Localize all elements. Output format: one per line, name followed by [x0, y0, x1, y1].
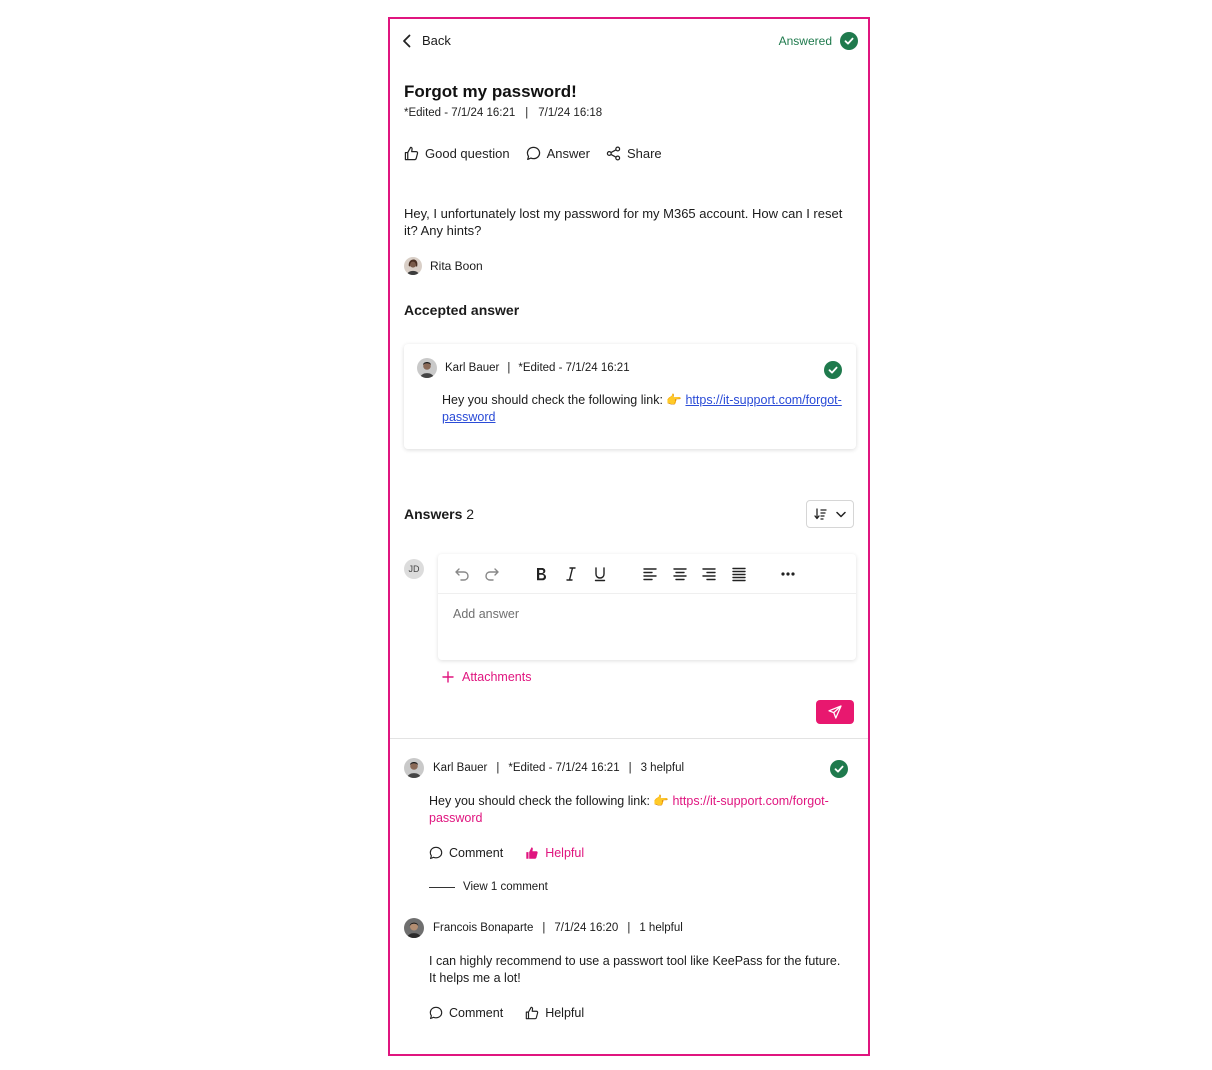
align-right-icon[interactable] [701, 566, 717, 582]
author-name[interactable]: Francois Bonaparte [433, 922, 533, 934]
align-justify-icon[interactable] [731, 566, 747, 582]
question-title: Forgot my password! [404, 82, 577, 101]
more-icon[interactable] [780, 566, 796, 582]
share-label: Share [626, 146, 662, 161]
align-left-icon[interactable] [642, 566, 658, 582]
italic-icon[interactable] [564, 566, 578, 582]
question-actions: Good question Answer Share [404, 146, 662, 161]
accepted-answer-body: Hey you should check the following link:… [442, 392, 842, 425]
separator: | [628, 762, 632, 774]
separator: | [496, 762, 500, 774]
attachments-button[interactable]: Attachments [442, 670, 531, 684]
question-detail-panel: Back Answered Forgot my password! *Edite… [388, 17, 870, 1056]
answer-body: Hey you should check the following link:… [429, 793, 849, 826]
undo-icon[interactable] [454, 566, 470, 582]
back-button[interactable]: Back [402, 33, 451, 48]
thumbs-up-icon [525, 1006, 539, 1020]
attachments-label: Attachments [462, 670, 532, 684]
question-author: Rita Boon [404, 257, 483, 275]
edited-date: *Edited - 7/1/24 16:21 [404, 107, 516, 119]
status-badge: Answered [779, 32, 858, 50]
answers-heading: Answers 2 [404, 506, 474, 522]
question-meta: *Edited - 7/1/24 16:21 | 7/1/24 16:18 [404, 107, 602, 119]
comment-label: Comment [449, 846, 504, 860]
thumbs-up-filled-icon [525, 846, 539, 860]
answers-heading-label: Answers [404, 506, 463, 522]
comment-button[interactable]: Comment [429, 1006, 503, 1020]
editor-toolbar [438, 554, 856, 594]
send-button[interactable] [816, 700, 854, 724]
separator: | [542, 922, 546, 934]
accepted-answer-heading: Accepted answer [404, 302, 520, 318]
helpful-button[interactable]: Helpful [525, 1006, 584, 1020]
share-icon [606, 146, 621, 161]
bold-icon[interactable] [534, 566, 548, 582]
accepted-answer-header: Karl Bauer | *Edited - 7/1/24 16:21 [417, 358, 630, 378]
answers-count: 2 [466, 506, 475, 522]
separator: | [525, 107, 529, 119]
edited-date: *Edited - 7/1/24 16:21 [508, 762, 620, 774]
send-icon [828, 705, 842, 719]
accepted-check-icon [830, 760, 848, 778]
avatar [417, 358, 437, 378]
chevron-down-icon [836, 511, 846, 518]
answer-label: Answer [546, 146, 590, 161]
comment-icon [526, 146, 541, 161]
view-comments-label: View 1 comment [463, 881, 548, 893]
author-name[interactable]: Rita Boon [430, 259, 483, 273]
answer-date: 7/1/24 16:20 [554, 922, 619, 934]
share-button[interactable]: Share [606, 146, 662, 161]
avatar [404, 758, 424, 778]
back-label: Back [422, 33, 451, 48]
avatar [404, 257, 422, 275]
answer-text: Hey you should check the following link:… [429, 794, 673, 808]
avatar [404, 918, 424, 938]
check-circle-icon [840, 32, 858, 50]
answer-text: Hey you should check the following link:… [442, 393, 686, 407]
answer-body: I can highly recommend to use a passwort… [429, 954, 841, 985]
comment-label: Comment [449, 1006, 504, 1020]
question-body: Hey, I unfortunately lost my password fo… [404, 206, 843, 238]
answer-input[interactable]: Add answer [453, 607, 519, 621]
underline-icon[interactable] [593, 566, 607, 582]
answer-actions: Comment Helpful [429, 846, 584, 860]
divider [429, 886, 455, 888]
sort-dropdown[interactable] [806, 500, 854, 528]
edited-date: *Edited - 7/1/24 16:21 [518, 362, 630, 374]
separator: | [627, 922, 631, 934]
helpful-count: 1 helpful [639, 922, 683, 934]
divider [390, 738, 868, 739]
comment-button[interactable]: Comment [429, 846, 503, 860]
chevron-left-icon [402, 34, 412, 48]
separator: | [507, 362, 511, 374]
user-avatar: JD [404, 559, 424, 579]
answer-actions: Comment Helpful [429, 1006, 584, 1020]
good-question-button[interactable]: Good question [404, 146, 510, 161]
answer-button[interactable]: Answer [526, 146, 590, 161]
status-label: Answered [778, 34, 832, 48]
redo-icon[interactable] [484, 566, 500, 582]
view-comments-link[interactable]: View 1 comment [429, 881, 548, 893]
created-date: 7/1/24 16:18 [538, 107, 603, 119]
helpful-button[interactable]: Helpful [525, 846, 584, 860]
author-name[interactable]: Karl Bauer [433, 762, 487, 774]
helpful-count: 3 helpful [640, 762, 685, 774]
good-question-label: Good question [425, 146, 510, 161]
accepted-check-icon [824, 361, 842, 379]
align-center-icon[interactable] [672, 566, 688, 582]
helpful-label: Helpful [545, 1006, 585, 1020]
answer-header: Francois Bonaparte | 7/1/24 16:20 | 1 he… [404, 918, 683, 938]
answer-editor: Add answer [438, 554, 856, 660]
thumbs-up-icon [404, 146, 419, 161]
sort-icon [814, 508, 828, 520]
comment-icon [429, 1006, 443, 1020]
comment-icon [429, 846, 443, 860]
answer-header: Karl Bauer | *Edited - 7/1/24 16:21 | 3 … [404, 758, 684, 778]
author-name[interactable]: Karl Bauer [445, 362, 499, 374]
plus-icon [442, 671, 454, 683]
helpful-label: Helpful [545, 846, 585, 860]
accepted-answer-card: Karl Bauer | *Edited - 7/1/24 16:21 Hey … [404, 344, 856, 449]
